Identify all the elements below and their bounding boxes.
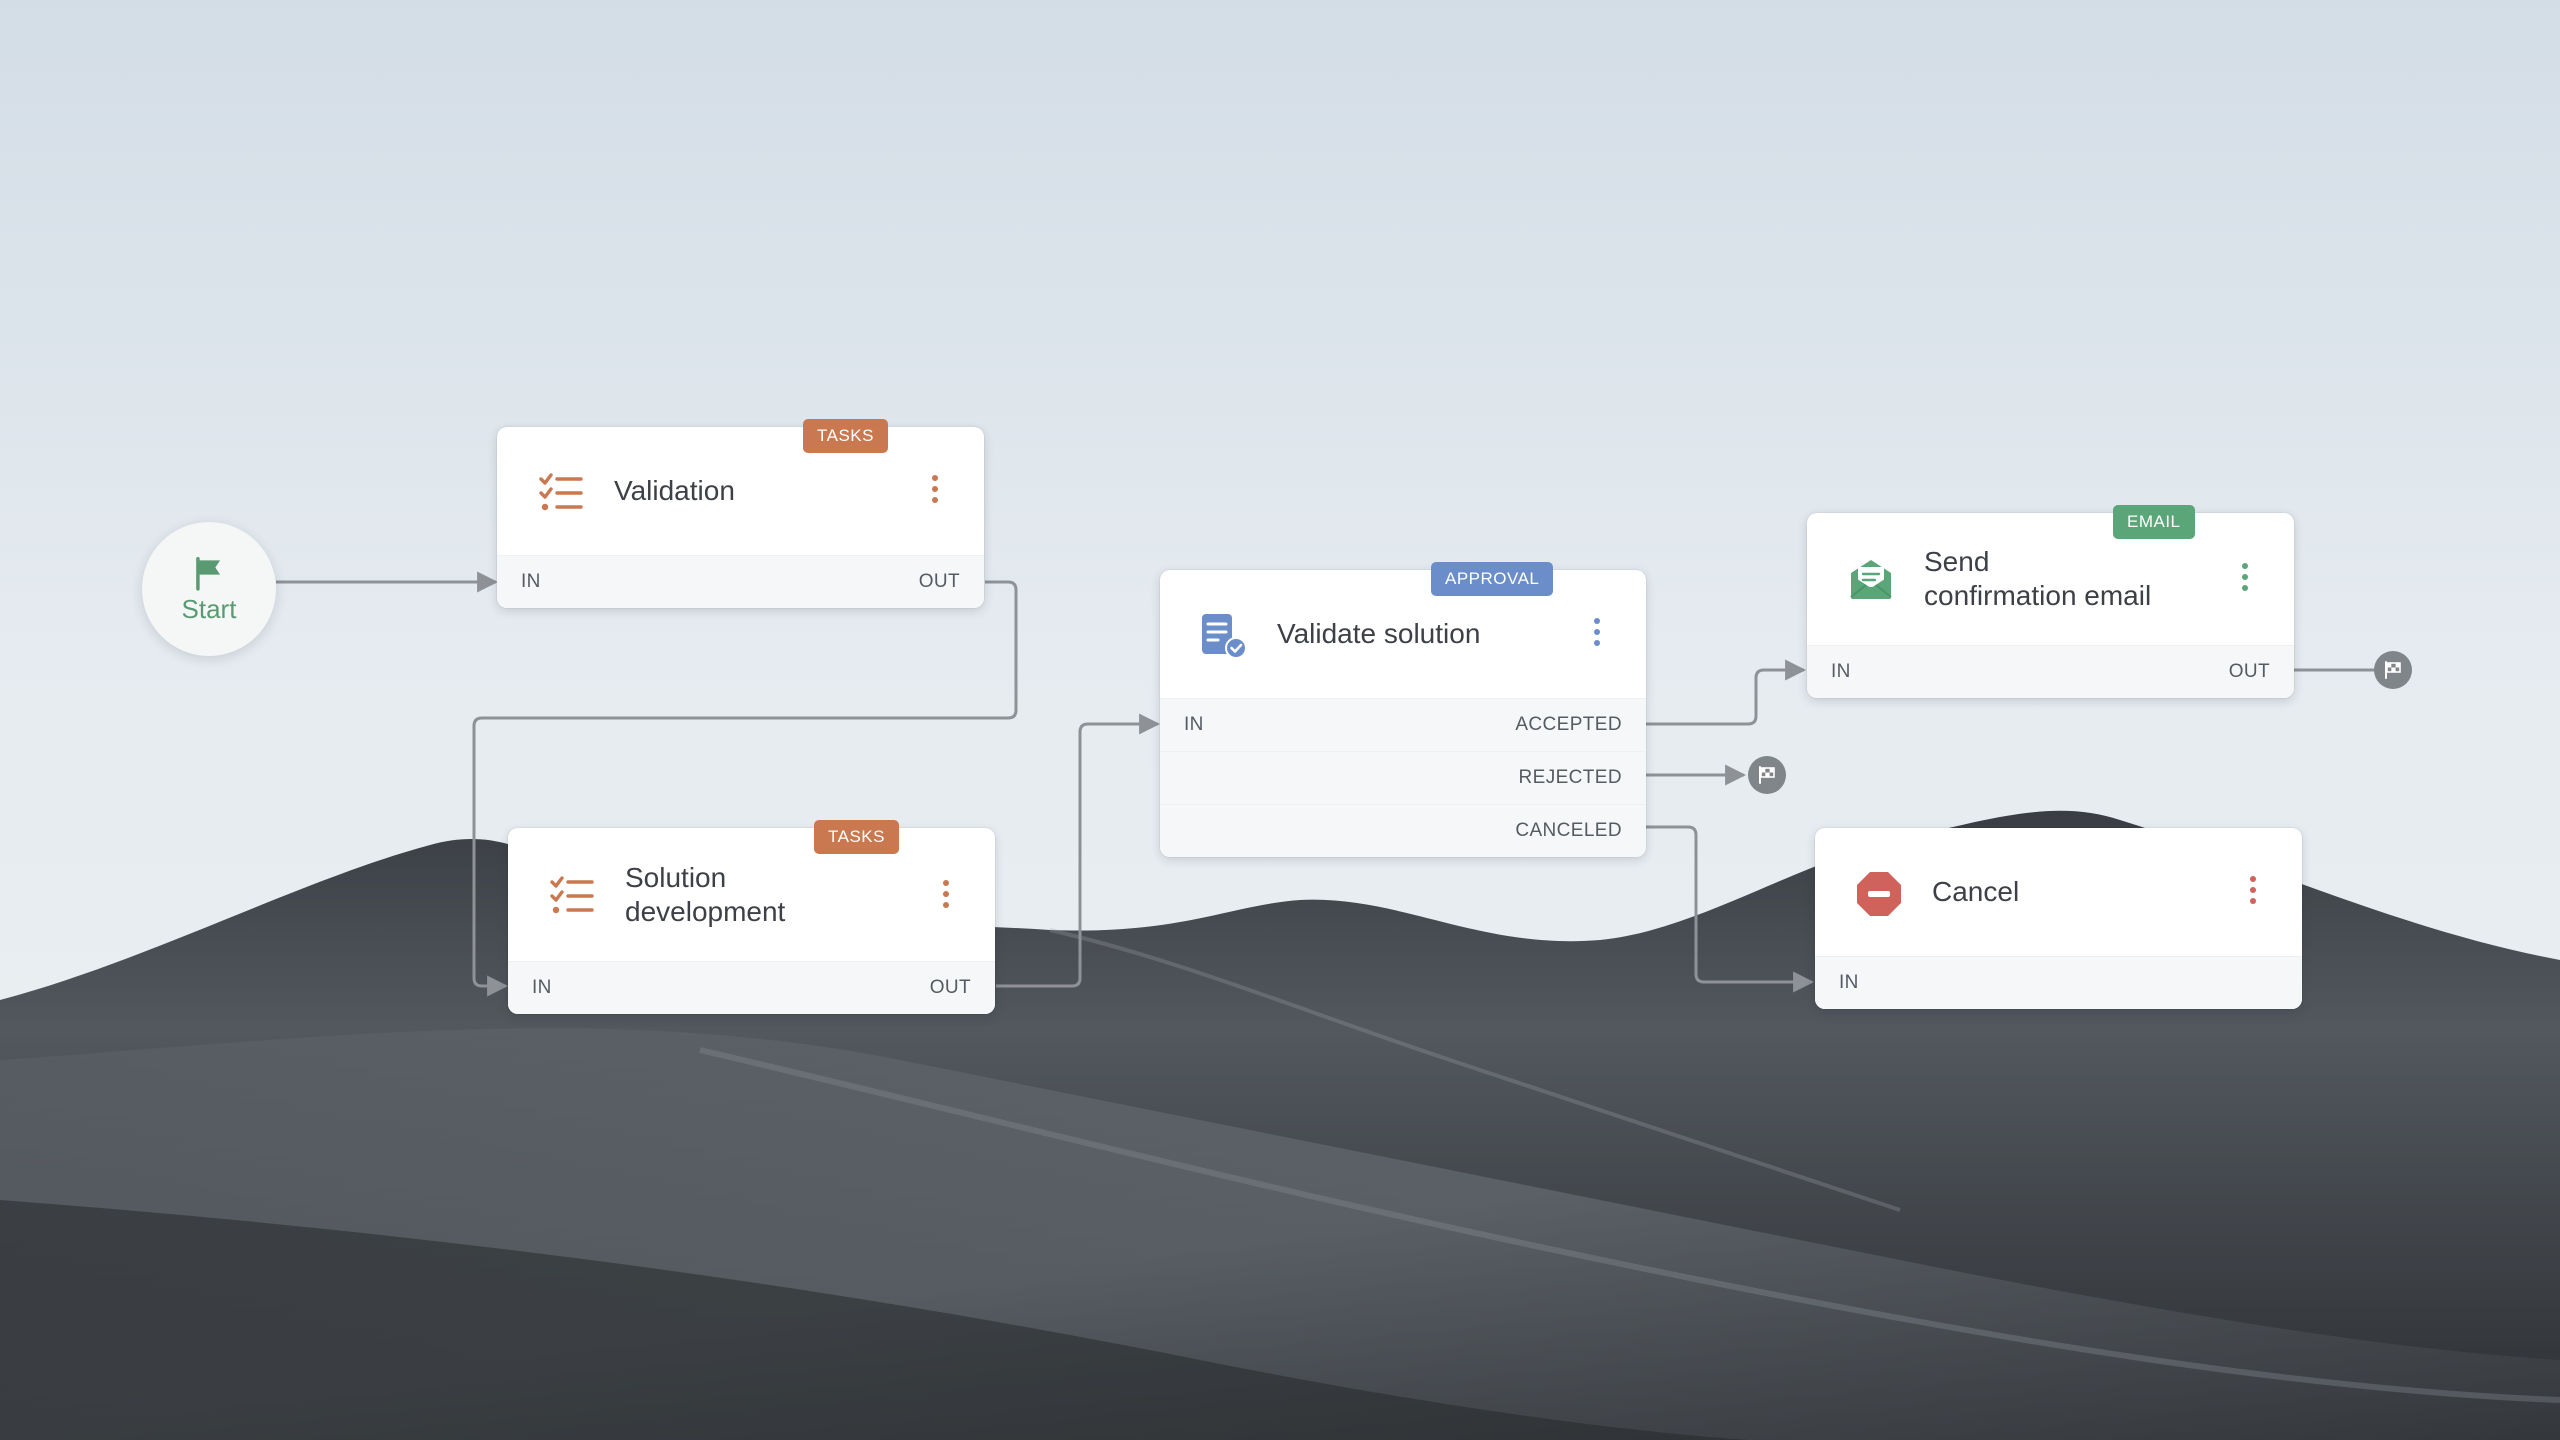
port-row: IN OUT [508, 961, 995, 1014]
validation-node[interactable]: TASKS Validation IN OUT [497, 419, 984, 608]
port-in[interactable]: IN [1839, 957, 1859, 1009]
end-marker-rejected[interactable] [1748, 756, 1786, 794]
start-node[interactable]: Start [142, 522, 276, 656]
port-rejected[interactable]: REJECTED [1519, 752, 1623, 804]
more-options-button[interactable] [1590, 618, 1604, 650]
more-options-button[interactable] [928, 475, 942, 507]
port-out[interactable]: OUT [2229, 646, 2270, 698]
port-canceled[interactable]: CANCELED [1515, 805, 1622, 857]
flag-icon [196, 556, 221, 591]
validate-solution-node[interactable]: APPROVAL Validate solution IN ACCEPTED R… [1160, 562, 1646, 857]
stop-sign-icon [1857, 872, 1901, 916]
checkered-flag-icon [1759, 766, 1775, 784]
wire-solution-to-validate [996, 713, 1161, 988]
node-title: Send confirmation email [1924, 546, 2152, 611]
port-in[interactable]: IN [1831, 646, 1851, 698]
node-title: Validation [614, 475, 735, 506]
node-title: Cancel [1932, 876, 2020, 907]
more-options-button[interactable] [939, 880, 953, 912]
port-row: IN [1815, 956, 2302, 1009]
start-label: Start [181, 593, 237, 624]
checklist-icon [539, 473, 583, 511]
more-options-button[interactable] [2246, 876, 2260, 908]
port-row: IN OUT [497, 555, 984, 608]
cancel-node[interactable]: Cancel IN [1815, 828, 2302, 1009]
checklist-icon [550, 876, 594, 914]
port-row: REJECTED [1160, 751, 1646, 804]
port-row: CANCELED [1160, 804, 1646, 857]
node-title: Validate solution [1277, 618, 1481, 649]
node-title: Solution development [625, 861, 786, 927]
document-check-icon [1202, 614, 1247, 659]
open-envelope-icon [1850, 560, 1892, 599]
more-options-button[interactable] [2238, 563, 2252, 595]
solution-development-node[interactable]: TASKS Solution development IN OUT [508, 820, 995, 1014]
checkered-flag-icon [2385, 661, 2401, 679]
port-in[interactable]: IN [521, 556, 541, 608]
port-in[interactable]: IN [1184, 699, 1204, 751]
port-in[interactable]: IN [532, 962, 552, 1014]
wire-canceled-to-cancel [1646, 825, 1815, 993]
end-marker-email[interactable] [2374, 651, 2412, 689]
wire-accepted-to-email [1646, 659, 1807, 726]
send-email-node[interactable]: EMAIL Send confirmation email IN OUT [1807, 505, 2294, 698]
port-out[interactable]: OUT [930, 962, 971, 1014]
port-out[interactable]: OUT [919, 556, 960, 608]
port-row: IN OUT [1807, 645, 2294, 698]
port-accepted[interactable]: ACCEPTED [1515, 699, 1622, 751]
port-row: IN ACCEPTED [1160, 698, 1646, 751]
